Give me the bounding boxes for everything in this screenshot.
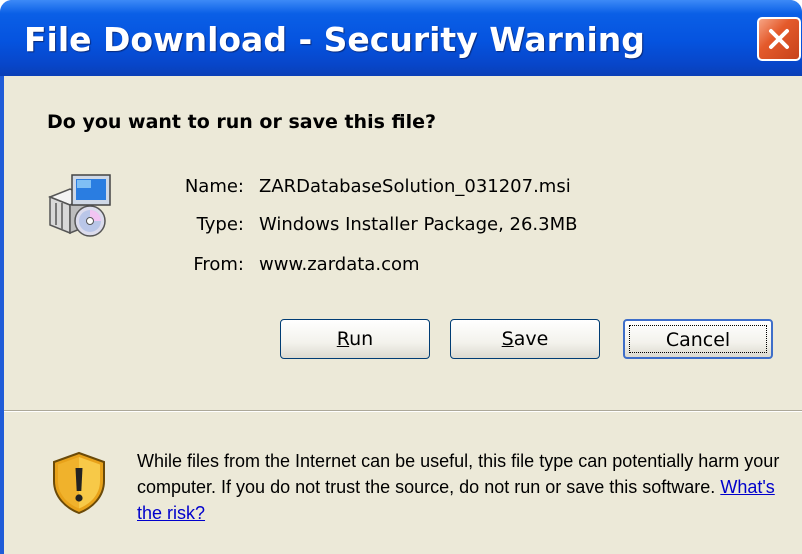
shield-warning-icon [53, 451, 105, 515]
run-label-rest: un [349, 328, 374, 350]
save-accelerator: S [501, 328, 514, 350]
save-label-rest: ave [513, 328, 549, 350]
file-from-value: www.zardata.com [259, 254, 420, 275]
window-title: File Download - Security Warning [24, 20, 645, 59]
file-name-label-cell: Name: [4, 176, 244, 200]
file-type-label-cell: Type: [4, 214, 244, 238]
file-type-value: Windows Installer Package, 26.3MB [259, 214, 578, 235]
run-button-label: Run [337, 328, 373, 350]
dialog-body: Do you want to run or save this file? Na… [4, 76, 802, 554]
file-download-dialog: File Download - Security Warning Do you … [0, 0, 802, 554]
file-type-label: Type: [196, 214, 244, 235]
save-button-label: Save [502, 328, 549, 350]
save-button[interactable]: Save [450, 319, 600, 359]
separator [4, 410, 802, 412]
title-bar[interactable]: File Download - Security Warning [0, 0, 802, 76]
cancel-button[interactable]: Cancel [623, 319, 773, 359]
security-warning-message: While files from the Internet can be use… [137, 448, 797, 526]
warning-text: While files from the Internet can be use… [137, 451, 780, 497]
file-name-label: Name: [184, 176, 244, 197]
file-from-label-cell: From: [4, 254, 244, 278]
file-from-label: From: [193, 254, 244, 275]
dialog-question: Do you want to run or save this file? [47, 111, 437, 133]
run-accelerator: R [336, 328, 350, 350]
file-name-value: ZARDatabaseSolution_031207.msi [259, 176, 571, 197]
close-button[interactable] [757, 17, 801, 61]
cancel-button-label: Cancel [665, 329, 731, 351]
close-icon [769, 29, 789, 49]
run-button[interactable]: Run [280, 319, 430, 359]
